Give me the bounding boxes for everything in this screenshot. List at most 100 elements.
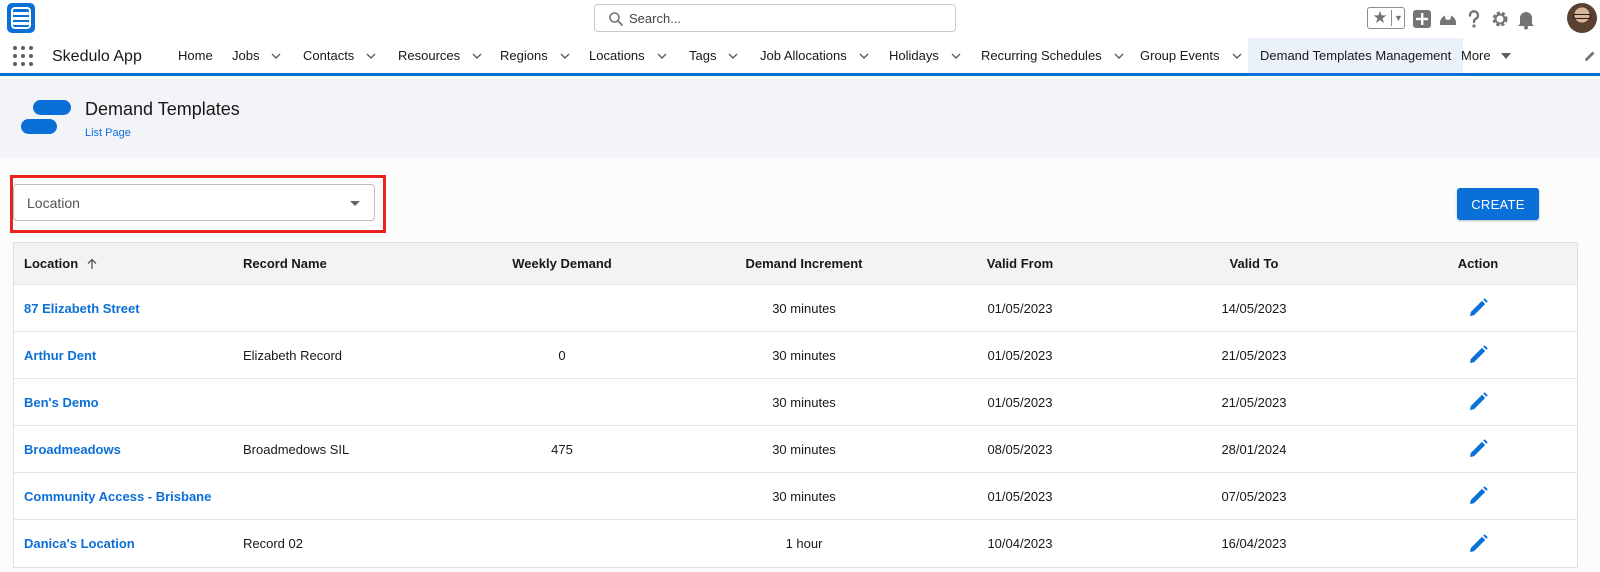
user-avatar[interactable] — [1567, 3, 1597, 33]
record-name-cell: Record 02 — [243, 536, 303, 551]
chevron-down-icon[interactable] — [859, 51, 869, 61]
location-link[interactable]: Arthur Dent — [24, 332, 234, 378]
column-header-valid-from[interactable]: Valid From — [940, 243, 1100, 284]
nav-tab-label: Jobs — [232, 48, 260, 63]
column-header-record-name[interactable]: Record Name — [243, 243, 443, 284]
nav-tab-label: Demand Templates Management — [1260, 48, 1452, 63]
chevron-down-icon[interactable] — [560, 51, 570, 61]
page-header: Demand Templates List Page — [0, 79, 1600, 158]
weekly-demand-cell: 0 — [558, 347, 566, 363]
nav-tab-home[interactable]: Home — [178, 38, 213, 73]
app-logo-icon[interactable] — [7, 3, 35, 33]
action-cell — [1412, 379, 1544, 425]
nav-tab-recurring-schedules[interactable]: Recurring Schedules — [981, 38, 1124, 73]
chevron-down-icon[interactable] — [728, 51, 738, 61]
chevron-down-icon[interactable] — [1232, 51, 1242, 61]
action-cell — [1412, 332, 1544, 378]
global-add-icon[interactable] — [1411, 8, 1433, 30]
nav-tab-resources[interactable]: Resources — [398, 38, 482, 73]
valid-to-cell: 07/05/2023 — [1221, 488, 1287, 504]
valid-to-cell: 21/05/2023 — [1221, 347, 1287, 363]
app-launcher-icon[interactable] — [13, 46, 33, 66]
nav-tab-label: Contacts — [303, 48, 355, 63]
nav-tab-holidays[interactable]: Holidays — [889, 38, 961, 73]
column-header-label: Location — [24, 256, 79, 271]
table-row: Danica's Location Record 02 1 hour 10/04… — [14, 520, 1577, 567]
nav-tab-more[interactable]: More — [1461, 38, 1511, 73]
nav-tab-regions[interactable]: Regions — [500, 38, 570, 73]
edit-pencil-icon[interactable] — [1467, 297, 1489, 319]
demand-templates-icon — [21, 100, 71, 136]
nav-tab-label: Locations — [589, 48, 645, 63]
nav-tab-label: Regions — [500, 48, 548, 63]
edit-pencil-icon[interactable] — [1467, 533, 1489, 555]
chevron-down-icon[interactable] — [1114, 51, 1124, 61]
location-select[interactable]: Location — [13, 184, 375, 221]
nav-tab-locations[interactable]: Locations — [589, 38, 667, 73]
location-link[interactable]: 87 Elizabeth Street — [24, 285, 234, 331]
nav-tab-group-events[interactable]: Group Events — [1140, 38, 1242, 73]
favorites-dropdown-icon[interactable]: ▼ — [1393, 8, 1404, 28]
column-header-location[interactable]: Location — [24, 243, 234, 284]
page-subtitle-link[interactable]: List Page — [85, 127, 131, 139]
column-header-weekly-demand[interactable]: Weekly Demand — [492, 243, 632, 284]
location-select-value: Location — [27, 195, 80, 211]
global-search[interactable] — [594, 4, 956, 32]
column-header-valid-to[interactable]: Valid To — [1174, 243, 1334, 284]
edit-nav-pencil-icon[interactable] — [1584, 50, 1596, 62]
nav-tab-tags[interactable]: Tags — [689, 38, 738, 73]
location-link[interactable]: Broadmeadows — [24, 426, 234, 472]
location-link[interactable]: Danica's Location — [24, 520, 234, 567]
record-name-cell: Broadmedows SIL — [243, 441, 350, 457]
nav-tab-demand-templates-management[interactable]: Demand Templates Management — [1248, 38, 1464, 76]
edit-pencil-icon[interactable] — [1467, 438, 1489, 460]
global-header: ★ ▼ — [0, 0, 1600, 38]
edit-pencil-icon[interactable] — [1467, 344, 1489, 366]
column-header-demand-increment[interactable]: Demand Increment — [704, 243, 904, 284]
search-input[interactable] — [629, 9, 939, 28]
table-row: Ben's Demo 30 minutes 01/05/2023 21/05/2… — [14, 379, 1577, 426]
valid-from-cell: 01/05/2023 — [987, 347, 1053, 363]
table-row: Community Access - Brisbane 30 minutes 0… — [14, 473, 1577, 520]
create-button[interactable]: CREATE — [1457, 188, 1539, 220]
chevron-down-icon[interactable] — [951, 51, 961, 61]
record-name-cell — [243, 473, 443, 519]
demand-increment-cell: 30 minutes — [772, 300, 836, 316]
weekly-demand-cell — [492, 285, 632, 331]
nav-tab-label: Job Allocations — [760, 48, 847, 63]
search-icon — [609, 12, 623, 26]
record-name-cell — [243, 285, 443, 331]
sort-ascending-icon[interactable] — [86, 258, 98, 270]
demand-increment-cell: 1 hour — [785, 536, 823, 551]
valid-from-cell: 01/05/2023 — [987, 394, 1053, 410]
valid-from-cell: 01/05/2023 — [987, 488, 1053, 504]
notifications-bell-icon[interactable] — [1515, 8, 1537, 30]
chevron-down-icon[interactable] — [472, 51, 482, 61]
table-row: 87 Elizabeth Street 30 minutes 01/05/202… — [14, 285, 1577, 332]
edit-pencil-icon[interactable] — [1467, 485, 1489, 507]
column-header-action: Action — [1457, 256, 1499, 271]
nav-tab-jobs[interactable]: Jobs — [232, 38, 281, 73]
favorites-button[interactable]: ★ ▼ — [1367, 7, 1405, 29]
weekly-demand-cell — [492, 473, 632, 519]
gear-icon[interactable] — [1489, 8, 1511, 30]
demand-increment-cell: 30 minutes — [772, 347, 836, 363]
valid-to-cell: 14/05/2023 — [1221, 300, 1287, 316]
app-nav-bar: Skedulo App Home Jobs Contacts Resources… — [0, 38, 1600, 76]
help-icon[interactable] — [1463, 8, 1485, 30]
trailhead-icon[interactable] — [1437, 8, 1459, 30]
nav-tab-contacts[interactable]: Contacts — [303, 38, 376, 73]
edit-pencil-icon[interactable] — [1467, 391, 1489, 413]
valid-to-cell: 28/01/2024 — [1221, 441, 1287, 457]
record-name-cell — [243, 379, 443, 425]
chevron-down-icon[interactable] — [271, 51, 281, 61]
caret-down-icon — [1500, 52, 1511, 59]
nav-tab-job-allocations[interactable]: Job Allocations — [760, 38, 869, 73]
chevron-down-icon[interactable] — [657, 51, 667, 61]
chevron-down-icon[interactable] — [366, 51, 376, 61]
location-link[interactable]: Community Access - Brisbane — [24, 473, 234, 519]
star-icon: ★ — [1372, 8, 1388, 27]
location-link[interactable]: Ben's Demo — [24, 379, 234, 425]
valid-from-cell: 08/05/2023 — [987, 441, 1053, 457]
weekly-demand-cell: 475 — [551, 441, 573, 457]
